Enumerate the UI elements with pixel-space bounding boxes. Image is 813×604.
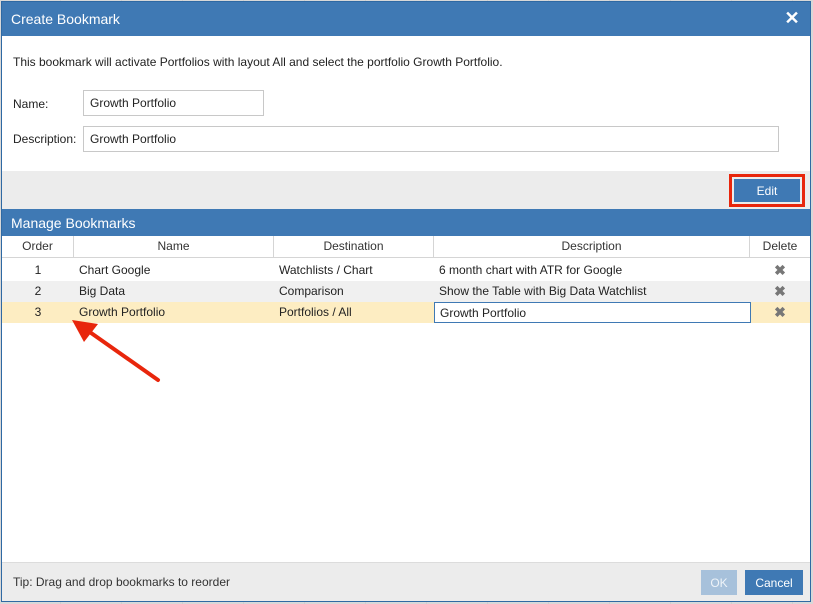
bookmark-info-text: This bookmark will activate Portfolios w…: [13, 55, 503, 69]
order-cell: 2: [34, 284, 42, 298]
description-inline-editor[interactable]: [434, 302, 751, 323]
arrow-shaft: [82, 326, 160, 382]
column-header-destination[interactable]: Destination: [274, 236, 434, 257]
column-header-description[interactable]: Description: [434, 236, 750, 257]
description-field[interactable]: [83, 126, 779, 152]
description-label: Description:: [13, 132, 77, 146]
ok-button[interactable]: OK: [701, 570, 737, 595]
manage-bookmarks-header: Manage Bookmarks: [2, 209, 810, 236]
edit-toolbar: Edit: [2, 171, 810, 209]
create-bookmark-dialog: Create Bookmark ✕ This bookmark will act…: [1, 1, 811, 602]
dialog-title: Create Bookmark: [11, 11, 120, 27]
column-header-order[interactable]: Order: [2, 236, 74, 257]
column-header-name[interactable]: Name: [74, 236, 274, 257]
delete-cell: ✖: [750, 281, 810, 302]
destination-cell: Watchlists / Chart: [279, 263, 373, 277]
table-row[interactable]: 1 Chart Google Watchlists / Chart 6 mont…: [2, 260, 810, 281]
name-cell: Chart Google: [79, 263, 151, 277]
order-cell: 1: [34, 263, 42, 277]
delete-x-icon[interactable]: ✖: [774, 283, 786, 299]
destination-cell: Portfolios / All: [279, 305, 352, 319]
destination-cell: Comparison: [279, 284, 344, 298]
table-row[interactable]: 2 Big Data Comparison Show the Table wit…: [2, 281, 810, 302]
arrow-head: [72, 320, 98, 342]
close-icon[interactable]: ✕: [782, 8, 802, 28]
delete-cell: ✖: [750, 260, 810, 281]
delete-x-icon[interactable]: ✖: [774, 262, 786, 278]
table-header-row: Order Name Destination Description Delet…: [2, 236, 810, 258]
description-cell: 6 month chart with ATR for Google: [439, 263, 623, 277]
delete-x-icon[interactable]: ✖: [774, 304, 786, 320]
edit-button-highlight: Edit: [729, 174, 805, 207]
annotation-arrow: [72, 320, 160, 382]
reorder-tip: Tip: Drag and drop bookmarks to reorder: [13, 575, 230, 589]
name-cell: Big Data: [79, 284, 126, 298]
column-header-delete: Delete: [762, 239, 798, 253]
dialog-titlebar: Create Bookmark ✕: [2, 2, 810, 36]
dialog-footer: Tip: Drag and drop bookmarks to reorder …: [2, 562, 810, 601]
cancel-button[interactable]: Cancel: [745, 570, 803, 595]
name-label: Name:: [13, 97, 49, 111]
description-cell: Show the Table with Big Data Watchlist: [439, 284, 647, 298]
edit-button[interactable]: Edit: [734, 179, 800, 202]
manage-bookmarks-title: Manage Bookmarks: [11, 215, 136, 231]
name-field[interactable]: [83, 90, 264, 116]
delete-cell: ✖: [750, 302, 810, 323]
